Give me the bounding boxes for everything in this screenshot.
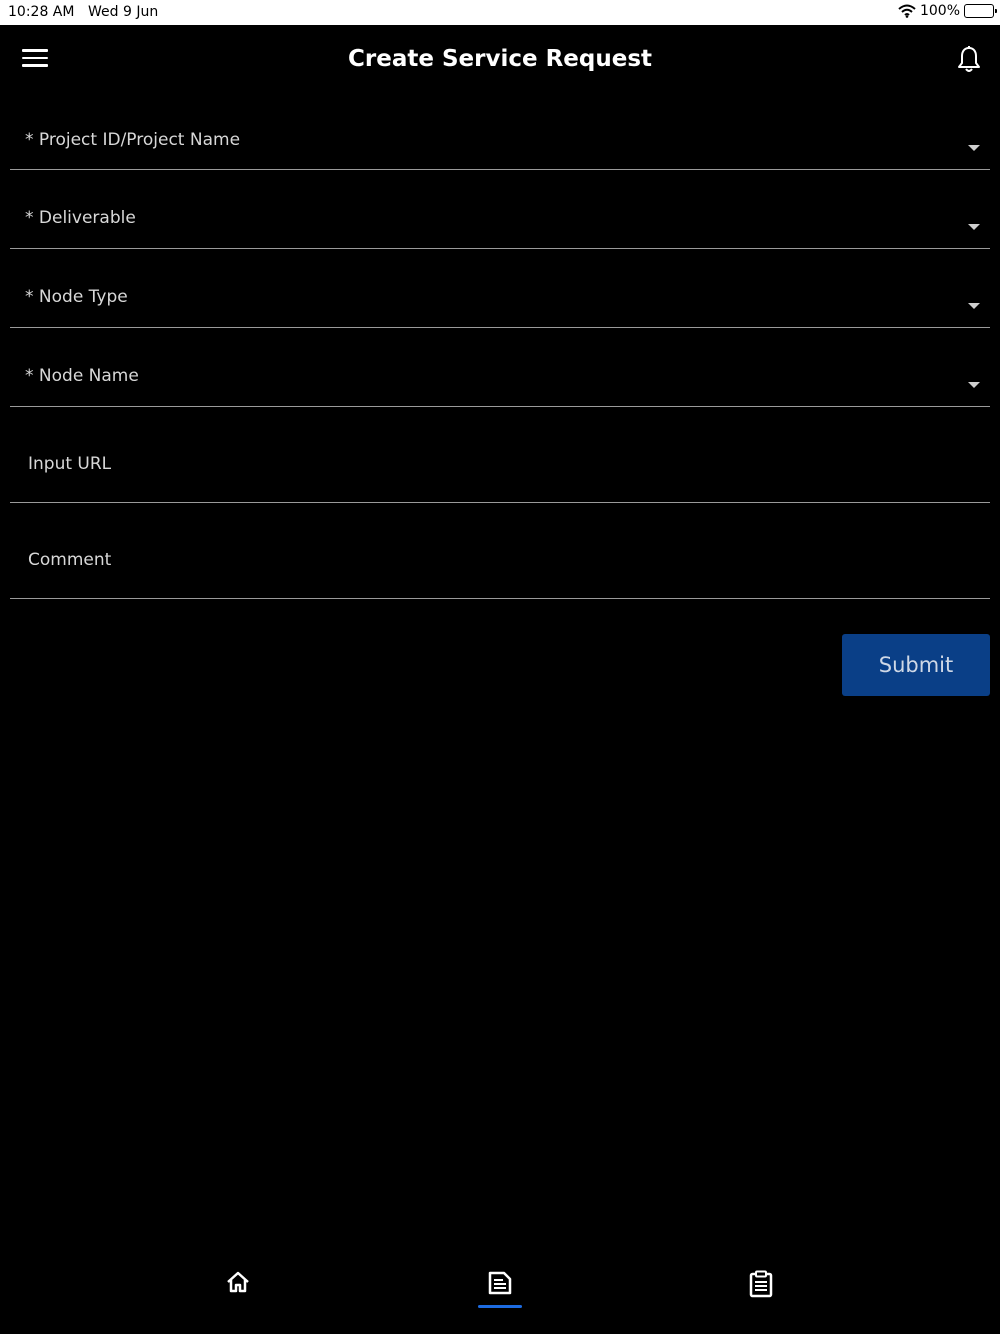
page-title: Create Service Request [348, 46, 652, 72]
node-type-field-label: * Node Type [25, 287, 128, 307]
status-time: 10:28 AM [8, 4, 75, 20]
submit-button[interactable]: Submit [842, 634, 990, 696]
wifi-icon [898, 4, 916, 18]
home-icon [225, 1270, 251, 1314]
project-field[interactable]: * Project ID/Project Name [10, 95, 990, 170]
status-bar: 10:28 AM Wed 9 Jun 100% [0, 0, 1000, 25]
input-url-placeholder: Input URL [28, 454, 112, 474]
chevron-down-icon [968, 303, 980, 309]
deliverable-field-label: * Deliverable [25, 208, 136, 228]
input-url-field[interactable]: Input URL [10, 407, 990, 503]
comment-placeholder: Comment [28, 550, 112, 570]
project-field-label: * Project ID/Project Name [25, 130, 241, 150]
node-type-field[interactable]: * Node Type [10, 249, 990, 328]
deliverable-field[interactable]: * Deliverable [10, 170, 990, 249]
status-indicators: 100% [898, 3, 997, 19]
bottom-nav [0, 1250, 1000, 1334]
comment-field[interactable]: Comment [10, 503, 990, 599]
node-name-field-label: * Node Name [25, 366, 139, 386]
chevron-down-icon [968, 224, 980, 230]
node-name-field[interactable]: * Node Name [10, 328, 990, 407]
nav-requests[interactable] [731, 1270, 791, 1314]
chevron-down-icon [968, 382, 980, 388]
status-date: Wed 9 Jun [88, 4, 159, 20]
battery-percent: 100% [919, 3, 960, 19]
chevron-down-icon [968, 145, 980, 151]
notification-bell-icon[interactable] [956, 45, 982, 75]
battery-icon [964, 4, 997, 18]
nav-home[interactable] [208, 1270, 268, 1314]
active-tab-indicator [478, 1305, 522, 1308]
clipboard-icon [748, 1270, 774, 1314]
app-header: Create Service Request [0, 25, 1000, 95]
